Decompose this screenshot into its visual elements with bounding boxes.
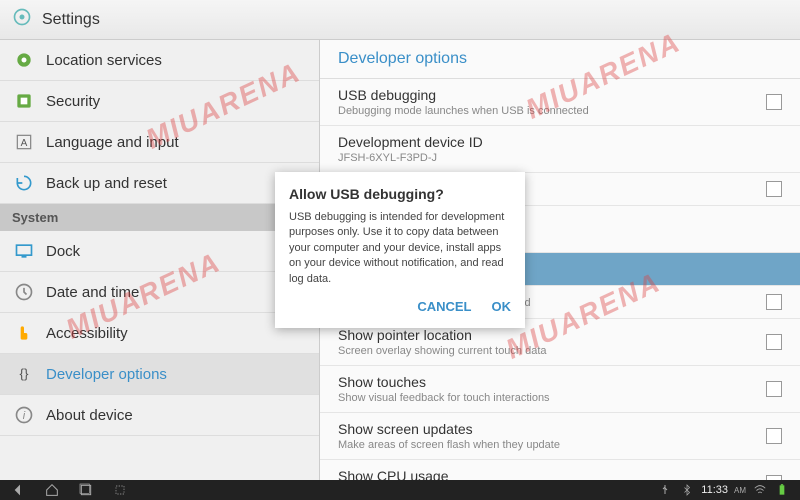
cancel-button[interactable]: CANCEL — [417, 299, 471, 314]
dialog-body: USB debugging is intended for developmen… — [289, 210, 511, 287]
dialog-title: Allow USB debugging? — [289, 186, 511, 202]
ok-button[interactable]: OK — [492, 299, 512, 314]
usb-debugging-dialog: Allow USB debugging? USB debugging is in… — [275, 172, 525, 328]
dialog-overlay: Allow USB debugging? USB debugging is in… — [0, 0, 800, 500]
